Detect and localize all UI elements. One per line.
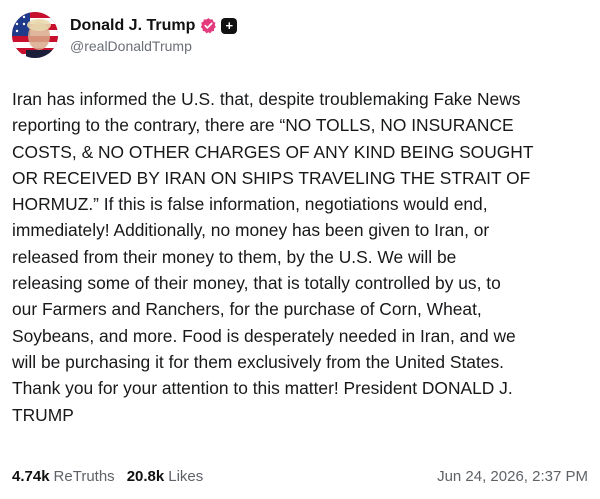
likes-label: Likes bbox=[168, 468, 204, 485]
retruths-stat[interactable]: 4.74k ReTruths bbox=[12, 468, 115, 485]
retruths-count: 4.74k bbox=[12, 468, 50, 485]
post-text: Iran has informed the U.S. that, despite… bbox=[12, 89, 534, 425]
avatar[interactable] bbox=[12, 12, 58, 58]
post-header: Donald J. Trump + @realDonaldTrump bbox=[12, 10, 238, 60]
post-timestamp[interactable]: Jun 24, 2026, 2:37 PM bbox=[437, 468, 588, 485]
verified-badge-icon bbox=[200, 17, 217, 34]
likes-stat[interactable]: 20.8k Likes bbox=[127, 468, 204, 485]
name-row: Donald J. Trump + bbox=[70, 17, 238, 35]
author-info: Donald J. Trump + @realDonaldTrump bbox=[70, 17, 238, 54]
author-name[interactable]: Donald J. Trump bbox=[70, 17, 195, 35]
author-handle[interactable]: @realDonaldTrump bbox=[70, 38, 237, 54]
retruths-label: ReTruths bbox=[53, 468, 115, 485]
plus-icon: + bbox=[221, 17, 238, 34]
likes-count: 20.8k bbox=[126, 468, 165, 485]
post-footer: 4.74k ReTruths 20.8k Likes Jun 24, 2026,… bbox=[12, 468, 588, 485]
post-card: Donald J. Trump + @realDonaldTrump Iran … bbox=[0, 0, 600, 499]
avatar-image bbox=[12, 12, 58, 58]
